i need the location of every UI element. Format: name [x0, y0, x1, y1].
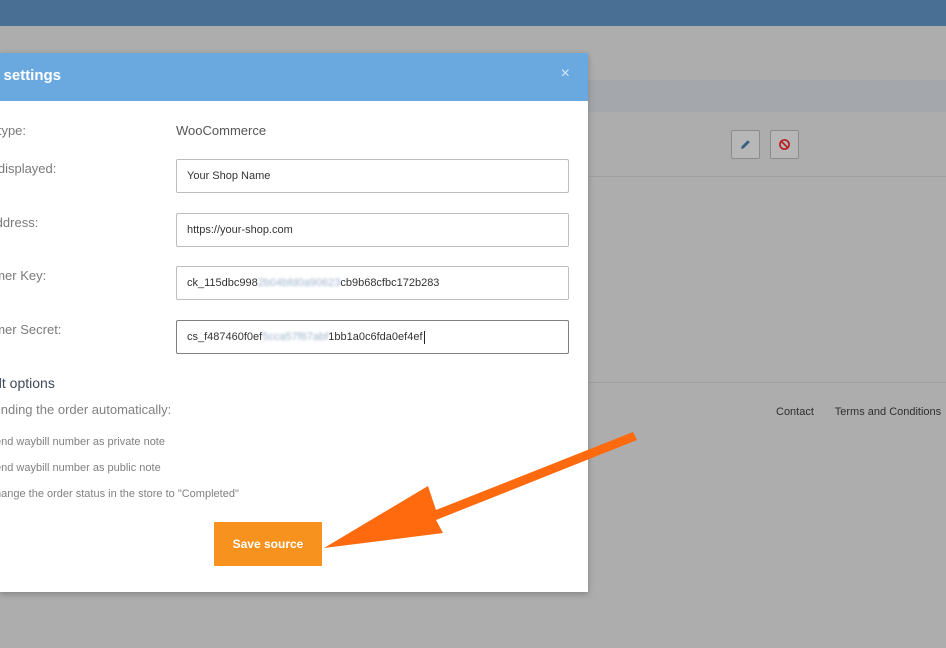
pencil-icon — [741, 140, 750, 149]
key-start: ck_115dbc998 — [187, 277, 258, 289]
consumer-key-input[interactable]: ck_115dbc9982b04bfd0a90623cb9b68cfbc172b… — [176, 266, 569, 300]
footer-link-contact[interactable]: Contact — [776, 406, 814, 418]
block-icon — [779, 139, 790, 150]
divider — [588, 382, 946, 383]
name-displayed-label: e displayed: — [0, 161, 57, 176]
divider — [588, 176, 946, 177]
name-displayed-input[interactable]: Your Shop Name — [176, 159, 569, 193]
secret-start: cs_f487460f0ef — [187, 331, 263, 343]
option-public-note[interactable]: end waybill number as public note — [0, 462, 161, 474]
edit-button[interactable] — [731, 130, 760, 159]
app-top-bar — [0, 0, 946, 26]
option-private-note[interactable]: end waybill number as private note — [0, 436, 165, 448]
key-end: cb9b68cfbc172b283 — [340, 277, 440, 289]
key-blurred: 2b04bfd0a90623 — [257, 277, 341, 289]
table-header-strip — [588, 80, 946, 112]
consumer-secret-input[interactable]: cs_f487460f0ef5cca57f67abf1bb1a0c6fda0ef… — [176, 320, 569, 354]
modal-header: e settings × — [0, 53, 588, 101]
text-caret — [423, 330, 425, 344]
save-source-button[interactable]: Save source — [214, 522, 322, 566]
address-label: Address: — [0, 215, 39, 230]
footer-links: Contact Terms and Conditions — [776, 406, 946, 418]
secret-end: 1bb1a0c6fda0ef4ef — [328, 331, 423, 343]
close-icon[interactable]: × — [561, 65, 570, 83]
default-options-heading: ult options — [0, 375, 55, 391]
footer-link-terms[interactable]: Terms and Conditions — [835, 406, 941, 418]
consumer-key-label: umer Key: — [0, 268, 47, 283]
source-type-label: e type: — [0, 123, 27, 138]
source-settings-modal: e settings × e type: WooCommerce e displ… — [0, 53, 588, 592]
consumer-secret-label: umer Secret: — [0, 322, 62, 337]
delete-button[interactable] — [770, 130, 799, 159]
source-type-value: WooCommerce — [176, 123, 267, 138]
default-options-subtitle: sending the order automatically: — [0, 402, 172, 417]
secret-blurred: 5cca57f67abf — [262, 331, 329, 343]
option-completed-status[interactable]: hange the order status in the store to "… — [0, 488, 239, 500]
address-input[interactable]: https://your-shop.com — [176, 213, 569, 247]
modal-title: e settings — [0, 67, 62, 84]
